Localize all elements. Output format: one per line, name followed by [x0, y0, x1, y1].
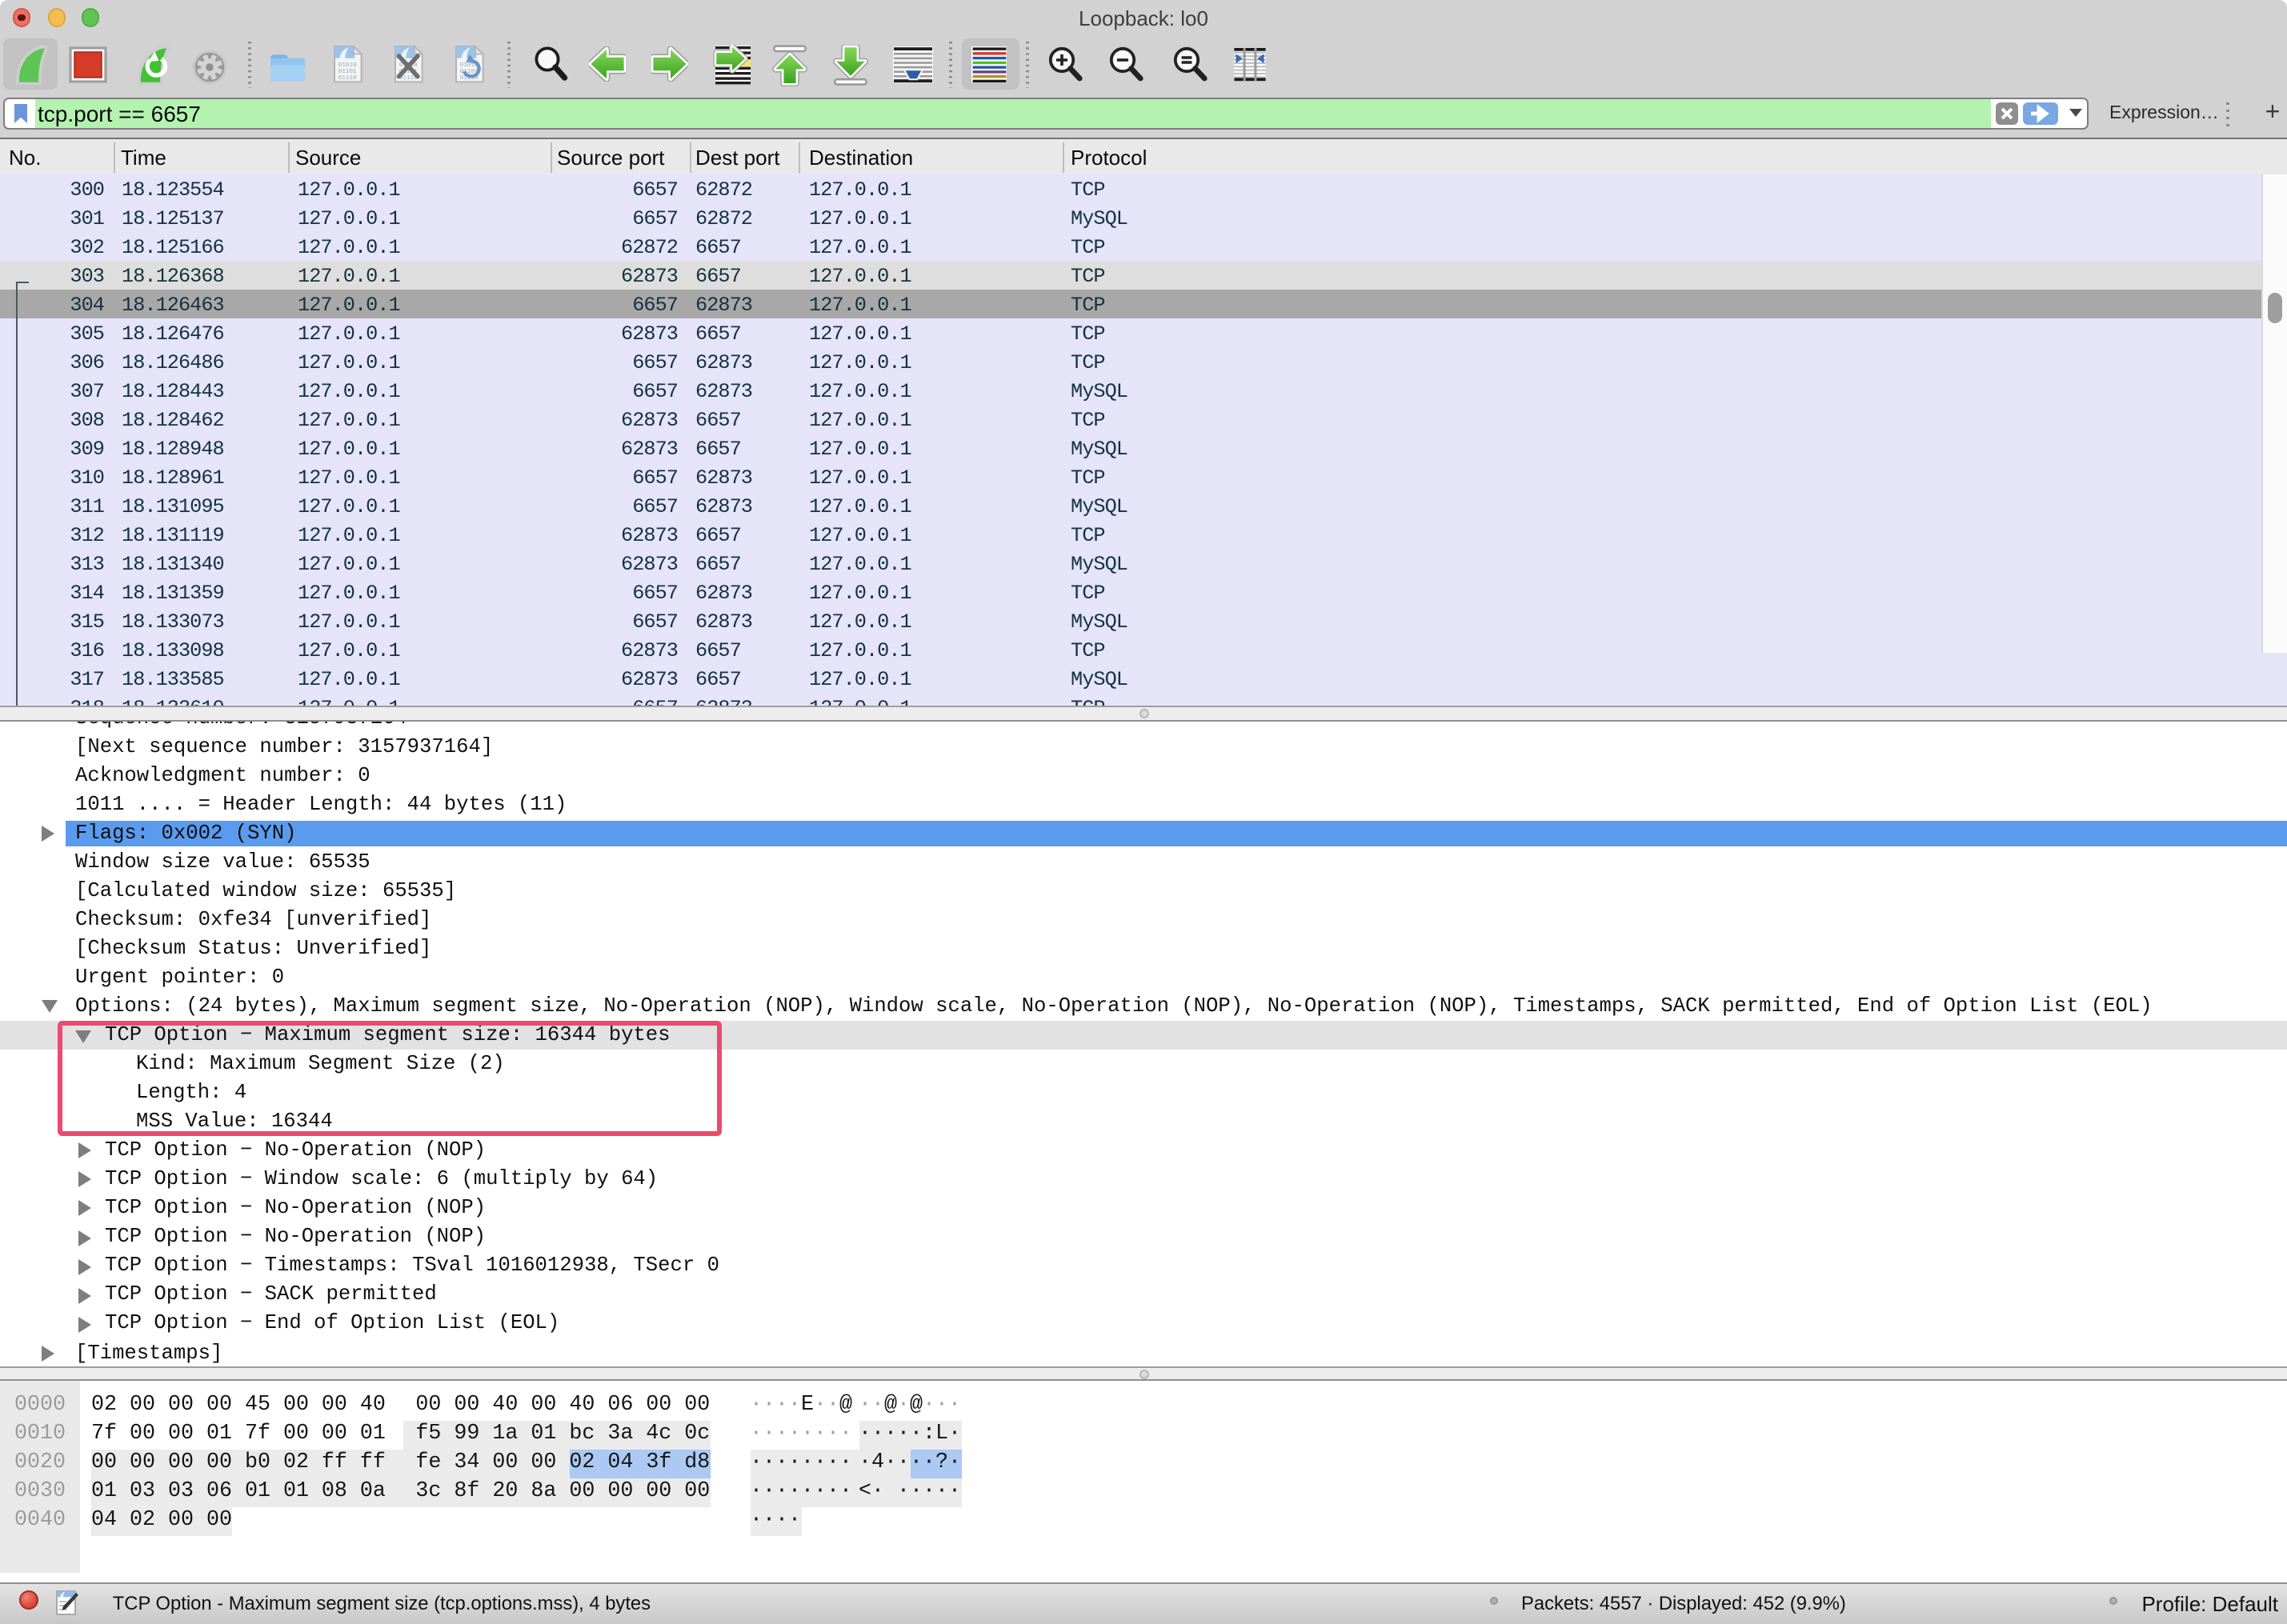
svg-text:01010: 01010 [338, 62, 357, 69]
svg-text:01110: 01110 [338, 75, 357, 82]
